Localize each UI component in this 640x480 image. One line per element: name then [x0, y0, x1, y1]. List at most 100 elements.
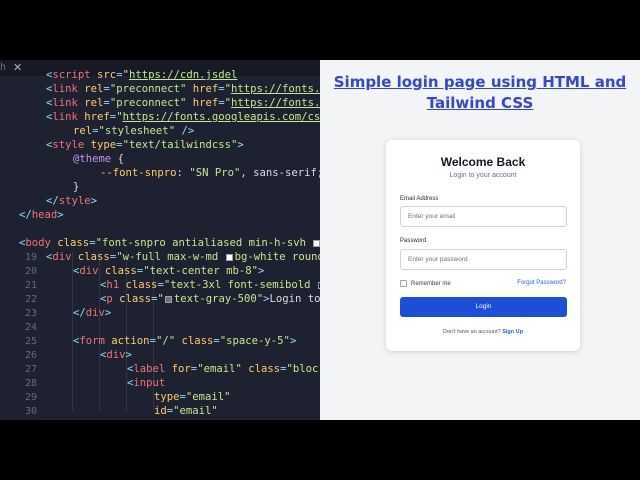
- card-subtitle: Login to your account: [449, 172, 517, 179]
- login-card: Welcome Back Login to your account Email…: [386, 140, 580, 351]
- code-token: id: [154, 405, 167, 417]
- code-line: <body class="font-snpro antialiased min-…: [19, 237, 320, 251]
- code-token: "/": [155, 335, 176, 347]
- code-line: <label for="email" class="bloc: [127, 363, 318, 377]
- code-line: <form action="/" class="space-y-5">: [73, 335, 296, 349]
- code-token: >: [125, 349, 132, 361]
- code-token: rel: [77, 97, 104, 109]
- code-line: --font-snpro: "SN Pro", sans-serif;: [100, 167, 320, 181]
- code-line: }: [73, 181, 79, 195]
- code-token: </: [73, 307, 86, 319]
- remember-me-row[interactable]: Remember me: [400, 279, 451, 288]
- login-preview-panel: Simple login page using HTML and Tailwin…: [320, 60, 640, 420]
- code-line: rel="stylesheet" />: [73, 125, 194, 139]
- forgot-password-link[interactable]: Forgot Password?: [517, 280, 566, 286]
- code-line: <script src="https://cdn.jsdel: [46, 69, 237, 83]
- code-token: https://cdn.jsdel: [128, 69, 238, 81]
- code-token: >: [57, 209, 64, 221]
- headline-line-1: Simple login page using HTML and: [333, 73, 627, 91]
- code-token: form: [79, 335, 105, 347]
- color-swatch: [225, 253, 233, 261]
- code-area[interactable]: <script src="https://cdn.jsdel <link rel=…: [0, 60, 320, 420]
- signup-link[interactable]: Sign Up: [502, 329, 523, 335]
- code-token: "email": [173, 405, 218, 417]
- code-line: </style>: [46, 195, 97, 209]
- code-token: "text/tailwindcss": [122, 139, 238, 151]
- code-token: rel: [77, 83, 104, 95]
- code-line: id="email": [154, 405, 218, 419]
- email-input[interactable]: [400, 206, 567, 227]
- headline-line-2: Tailwind CSS: [426, 94, 534, 112]
- code-token: "bloc: [286, 363, 319, 375]
- code-line: <div>: [100, 349, 132, 363]
- code-token: "email": [185, 391, 231, 403]
- code-token: :: [176, 167, 190, 179]
- code-token: "text-center mb-8": [143, 265, 259, 277]
- code-token: style: [58, 195, 91, 207]
- code-token: style: [52, 139, 85, 151]
- code-token: script: [52, 69, 91, 81]
- code-token: div: [106, 349, 126, 361]
- code-token: input: [133, 377, 166, 389]
- code-token: link: [52, 83, 78, 95]
- code-line: type="email": [154, 391, 231, 405]
- code-token: }: [73, 181, 80, 193]
- code-token: div: [52, 251, 72, 263]
- code-token: head: [31, 209, 58, 221]
- code-token: Login to: [269, 293, 320, 305]
- code-token: div: [79, 265, 99, 277]
- code-token: https://fonts.goog: [231, 83, 320, 95]
- remember-me-checkbox[interactable]: [400, 280, 407, 287]
- code-token: "text-3xl font-semibold: [163, 279, 317, 291]
- code-token: type: [84, 139, 117, 151]
- code-token: https://fonts.googleapis.com/css2?fa: [122, 111, 320, 123]
- code-token: class: [71, 251, 110, 263]
- code-token: </: [19, 209, 32, 221]
- code-token: href: [186, 83, 219, 95]
- code-token: type: [154, 391, 180, 403]
- code-token: label: [133, 363, 166, 375]
- code-token: class: [119, 279, 158, 291]
- code-line: <link href="https://fonts.googleapis.com…: [46, 111, 320, 125]
- remember-me-label: Remember me: [411, 280, 451, 287]
- password-input[interactable]: [400, 249, 567, 270]
- code-token: h1: [106, 279, 120, 291]
- code-token: text-gray-500": [173, 293, 264, 305]
- code-line: <link rel="preconnect" href="https://fon…: [46, 97, 320, 111]
- code-line: <input: [127, 377, 165, 391]
- code-token: link: [52, 97, 78, 109]
- code-token: >: [289, 335, 297, 347]
- code-token: "SN Pro": [189, 167, 241, 179]
- code-token: class: [241, 363, 281, 375]
- code-line: </head>: [19, 209, 64, 223]
- code-token: link: [52, 111, 78, 123]
- code-token: for: [165, 363, 191, 375]
- email-label: Email Address: [400, 196, 439, 202]
- card-title: Welcome Back: [440, 155, 526, 169]
- code-token: ": [157, 293, 164, 305]
- code-line: </div>: [73, 307, 111, 321]
- code-line: @theme {: [73, 153, 124, 167]
- code-token: bg-white rounde: [234, 251, 320, 263]
- code-editor[interactable]: h ✕ 192021222324252627282930313233 <scri…: [0, 60, 320, 420]
- code-token: body: [25, 237, 51, 249]
- login-button[interactable]: Login: [400, 297, 567, 317]
- bottom-letterbox: [0, 420, 640, 480]
- code-token: "preconnect": [109, 97, 187, 109]
- code-token: class: [50, 237, 90, 249]
- code-token: --font-snpro: [100, 167, 177, 179]
- code-token: >: [104, 307, 112, 319]
- code-token: >: [258, 265, 265, 277]
- code-token: />: [175, 125, 195, 137]
- color-swatch: [164, 295, 172, 303]
- code-token: src: [90, 69, 117, 81]
- code-token: class: [175, 335, 214, 347]
- code-token: "space-y-5": [219, 335, 290, 347]
- code-token: >: [237, 139, 244, 151]
- code-token: class: [112, 293, 152, 305]
- code-token: >: [90, 195, 98, 207]
- code-token: "w-full max-w-md: [116, 251, 225, 263]
- code-line: <div class="w-full max-w-md bg-white rou…: [46, 251, 320, 265]
- code-token: href: [77, 111, 110, 123]
- code-token: "stylesheet": [98, 125, 176, 137]
